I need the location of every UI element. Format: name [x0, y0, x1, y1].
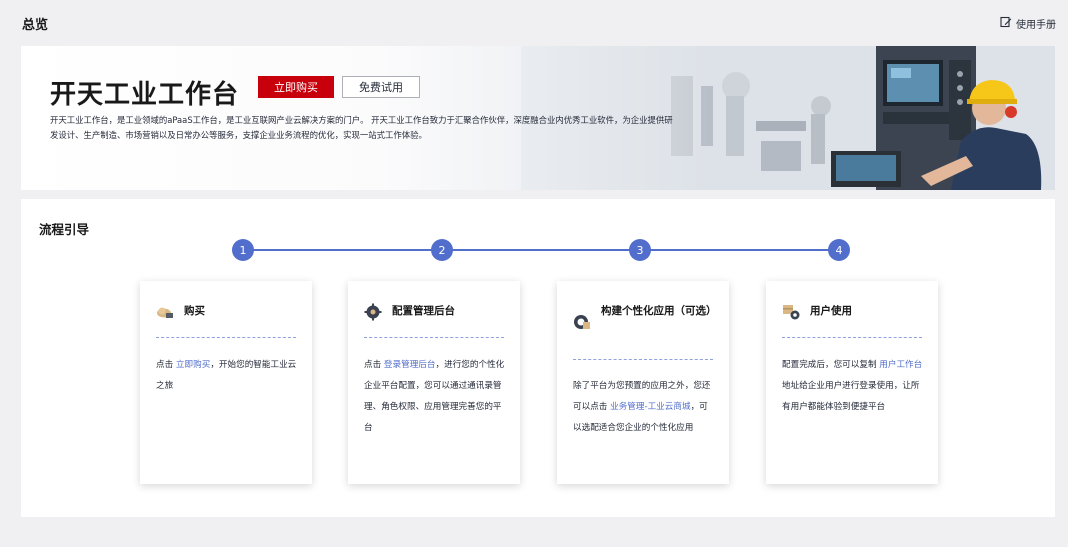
card-body: 点击 登录管理后台，进行您的个性化企业平台配置，您可以通过通讯录管理、角色权限、… [364, 355, 506, 439]
gear-icon [364, 303, 382, 321]
banner-description-line: 发设计、生产制造、市场营销以及日常办公等服务，支撑企业业务流程的优化，实现一站式… [50, 130, 427, 140]
edit-document-icon [1000, 16, 1012, 31]
card-body-text: 点击 [364, 360, 384, 370]
cloud-cart-icon [156, 303, 174, 321]
card-divider [782, 337, 922, 338]
card-divider [364, 337, 504, 338]
banner-description-line: 开天工业工作台，是工业领域的aPaaS工作台，是工业互联网产业云解决方案的门户。… [50, 115, 673, 125]
guide-title: 流程引导 [39, 222, 90, 237]
card-body: 除了平台为您预置的应用之外，您还可以点击 业务管理-工业云商城，可以选配适合您企… [573, 376, 715, 439]
card-body-text: 点击 [156, 360, 176, 370]
card-body-text: ，进行您的个性化企业平台配置，您可以通过通讯录管理、角色权限、应用管理完善您的平… [364, 360, 505, 433]
card-divider [156, 337, 296, 338]
user-workbench-link[interactable]: 用户工作台 [879, 360, 922, 370]
app-build-icon [573, 313, 591, 331]
banner-description: 开天工业工作台，是工业领域的aPaaS工作台，是工业互联网产业云解决方案的门户。… [50, 113, 790, 143]
step-card-purchase: 购买 点击 立即购买，开始您的智能工业云之旅 [140, 281, 312, 484]
user-manual-link[interactable]: 使用手册 [1000, 16, 1056, 31]
buy-now-button[interactable]: 立即购买 [258, 76, 334, 98]
admin-login-link[interactable]: 登录管理后台 [384, 360, 436, 370]
hero-banner: 开天工业工作台 立即购买 免费试用 开天工业工作台，是工业领域的aPaaS工作台… [21, 46, 1055, 190]
step-2-indicator: 2 [431, 239, 453, 261]
user-manual-label: 使用手册 [1016, 20, 1056, 31]
card-title: 构建个性化应用（可选） [601, 305, 717, 317]
card-title: 配置管理后台 [392, 305, 455, 317]
box-user-icon [782, 303, 800, 321]
page-header: 总览 使用手册 [0, 0, 1068, 46]
step-3-indicator: 3 [629, 239, 651, 261]
process-guide-panel: 流程引导 1 2 3 4 购买 点击 立即购买，开始您的智能工业云之旅 配置管理… [21, 199, 1055, 517]
page-title: 总览 [22, 18, 49, 33]
step-card-admin-config: 配置管理后台 点击 登录管理后台，进行您的个性化企业平台配置，您可以通过通讯录管… [348, 281, 520, 484]
card-title: 购买 [184, 305, 205, 317]
step-connector [442, 249, 640, 251]
card-body: 配置完成后，您可以复制 用户工作台 地址给企业用户进行登录使用，让所有用户都能体… [782, 355, 924, 418]
step-connector [640, 249, 839, 251]
card-body: 点击 立即购买，开始您的智能工业云之旅 [156, 355, 298, 397]
banner-title: 开天工业工作台 [50, 80, 240, 110]
card-body-text: 地址给企业用户进行登录使用，让所有用户都能体验到便捷平台 [782, 381, 920, 412]
step-connector [243, 249, 442, 251]
step-card-build-app: 构建个性化应用（可选） 除了平台为您预置的应用之外，您还可以点击 业务管理-工业… [557, 281, 729, 484]
industrial-cloud-store-link[interactable]: 业务管理-工业云商城 [610, 402, 690, 412]
free-trial-button[interactable]: 免费试用 [342, 76, 420, 98]
step-card-user-usage: 用户使用 配置完成后，您可以复制 用户工作台 地址给企业用户进行登录使用，让所有… [766, 281, 938, 484]
step-1-indicator: 1 [232, 239, 254, 261]
card-divider [573, 359, 713, 360]
buy-now-link[interactable]: 立即购买 [176, 360, 210, 370]
card-body-text: 配置完成后，您可以复制 [782, 360, 880, 370]
card-title: 用户使用 [810, 305, 852, 317]
step-4-indicator: 4 [828, 239, 850, 261]
